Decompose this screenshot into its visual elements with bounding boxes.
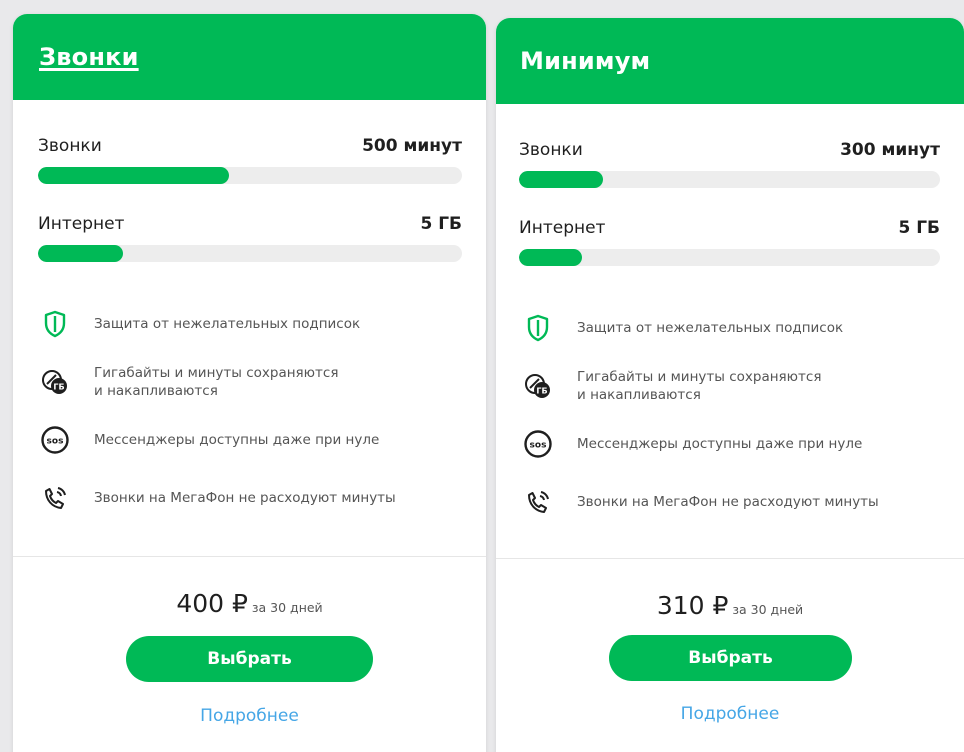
quota-calls: Звонки 500 минут [13, 136, 486, 184]
tariff-title-link[interactable]: Звонки [39, 43, 139, 71]
quota-bar-fill [38, 167, 229, 184]
quota-calls: Звонки 300 минут [496, 140, 964, 188]
feature-item: sos Мессенджеры доступны даже при нуле [523, 426, 940, 462]
quota-bar [519, 249, 940, 266]
quota-label: Интернет [38, 214, 125, 234]
feature-item: ГБ Гигабайты и минуты сохраняются и нака… [523, 368, 940, 404]
divider [496, 558, 964, 559]
quota-label: Интернет [519, 218, 606, 238]
quota-label: Звонки [38, 136, 102, 156]
sos-icon: sos [40, 425, 70, 455]
svg-text:ГБ: ГБ [53, 383, 64, 392]
feature-text: Защита от нежелательных подписок [577, 320, 844, 336]
price-value: 400 ₽ [176, 589, 248, 618]
svg-text:sos: sos [47, 437, 64, 447]
price-period: за 30 дней [732, 602, 804, 617]
price-block: 400 ₽ за 30 дней [13, 589, 486, 618]
divider [13, 556, 486, 557]
quota-internet: Интернет 5 ГБ [496, 218, 964, 266]
svg-text:sos: sos [530, 441, 547, 451]
quota-label: Звонки [519, 140, 583, 160]
feature-text: Гигабайты и минуты сохраняются и накапли… [577, 369, 822, 403]
feature-text: Гигабайты и минуты сохраняются и накапли… [94, 365, 339, 399]
feature-item: Звонки на МегаФон не расходуют минуты [40, 480, 462, 516]
tariff-card-zvonki: Звонки Звонки 500 минут Интернет 5 ГБ За… [13, 14, 486, 752]
feature-item: ГБ Гигабайты и минуты сохраняются и нака… [40, 364, 462, 400]
feature-item: Звонки на МегаФон не расходуют минуты [523, 484, 940, 520]
shield-icon [40, 309, 70, 339]
feature-list: Защита от нежелательных подписок ГБ Гига… [13, 306, 486, 516]
gb-rollover-icon: ГБ [40, 367, 70, 397]
card-header: Звонки [13, 14, 486, 100]
details-link[interactable]: Подробнее [496, 704, 964, 724]
price-value: 310 ₽ [656, 591, 729, 620]
quota-bar-fill [38, 245, 123, 262]
feature-text: Звонки на МегаФон не расходуют минуты [577, 494, 879, 510]
quota-bar-fill [519, 249, 583, 266]
feature-list: Защита от нежелательных подписок ГБ Гига… [496, 310, 964, 520]
details-link[interactable]: Подробнее [13, 706, 486, 726]
gb-rollover-icon: ГБ [523, 371, 553, 401]
phone-call-icon [40, 483, 70, 513]
quota-value: 5 ГБ [898, 218, 940, 238]
choose-button[interactable]: Выбрать [126, 636, 373, 682]
feature-text: Защита от нежелательных подписок [94, 316, 361, 332]
choose-button[interactable]: Выбрать [609, 635, 852, 681]
quota-internet: Интернет 5 ГБ [13, 214, 486, 262]
tariff-cards: Звонки Звонки 500 минут Интернет 5 ГБ За… [0, 0, 964, 752]
feature-text: Мессенджеры доступны даже при нуле [577, 436, 863, 452]
price-period: за 30 дней [251, 600, 323, 615]
price-block: 310 ₽ за 30 дней [496, 591, 964, 620]
feature-text: Звонки на МегаФон не расходуют минуты [94, 490, 396, 506]
quota-value: 5 ГБ [420, 214, 462, 234]
feature-item: Защита от нежелательных подписок [40, 306, 462, 342]
tariff-card-minimum: Минимум Звонки 300 минут Интернет 5 ГБ З… [496, 18, 964, 752]
tariff-title: Минимум [520, 47, 651, 75]
quota-value: 300 минут [840, 140, 940, 160]
feature-item: Защита от нежелательных подписок [523, 310, 940, 346]
quota-bar [519, 171, 940, 188]
sos-icon: sos [523, 429, 553, 459]
phone-call-icon [523, 487, 553, 517]
quota-bar-fill [519, 171, 604, 188]
feature-text: Мессенджеры доступны даже при нуле [94, 432, 380, 448]
feature-item: sos Мессенджеры доступны даже при нуле [40, 422, 462, 458]
svg-text:ГБ: ГБ [536, 387, 547, 396]
shield-icon [523, 313, 553, 343]
quota-bar [38, 245, 462, 262]
quota-value: 500 минут [362, 136, 462, 156]
card-header: Минимум [496, 18, 964, 104]
quota-bar [38, 167, 462, 184]
